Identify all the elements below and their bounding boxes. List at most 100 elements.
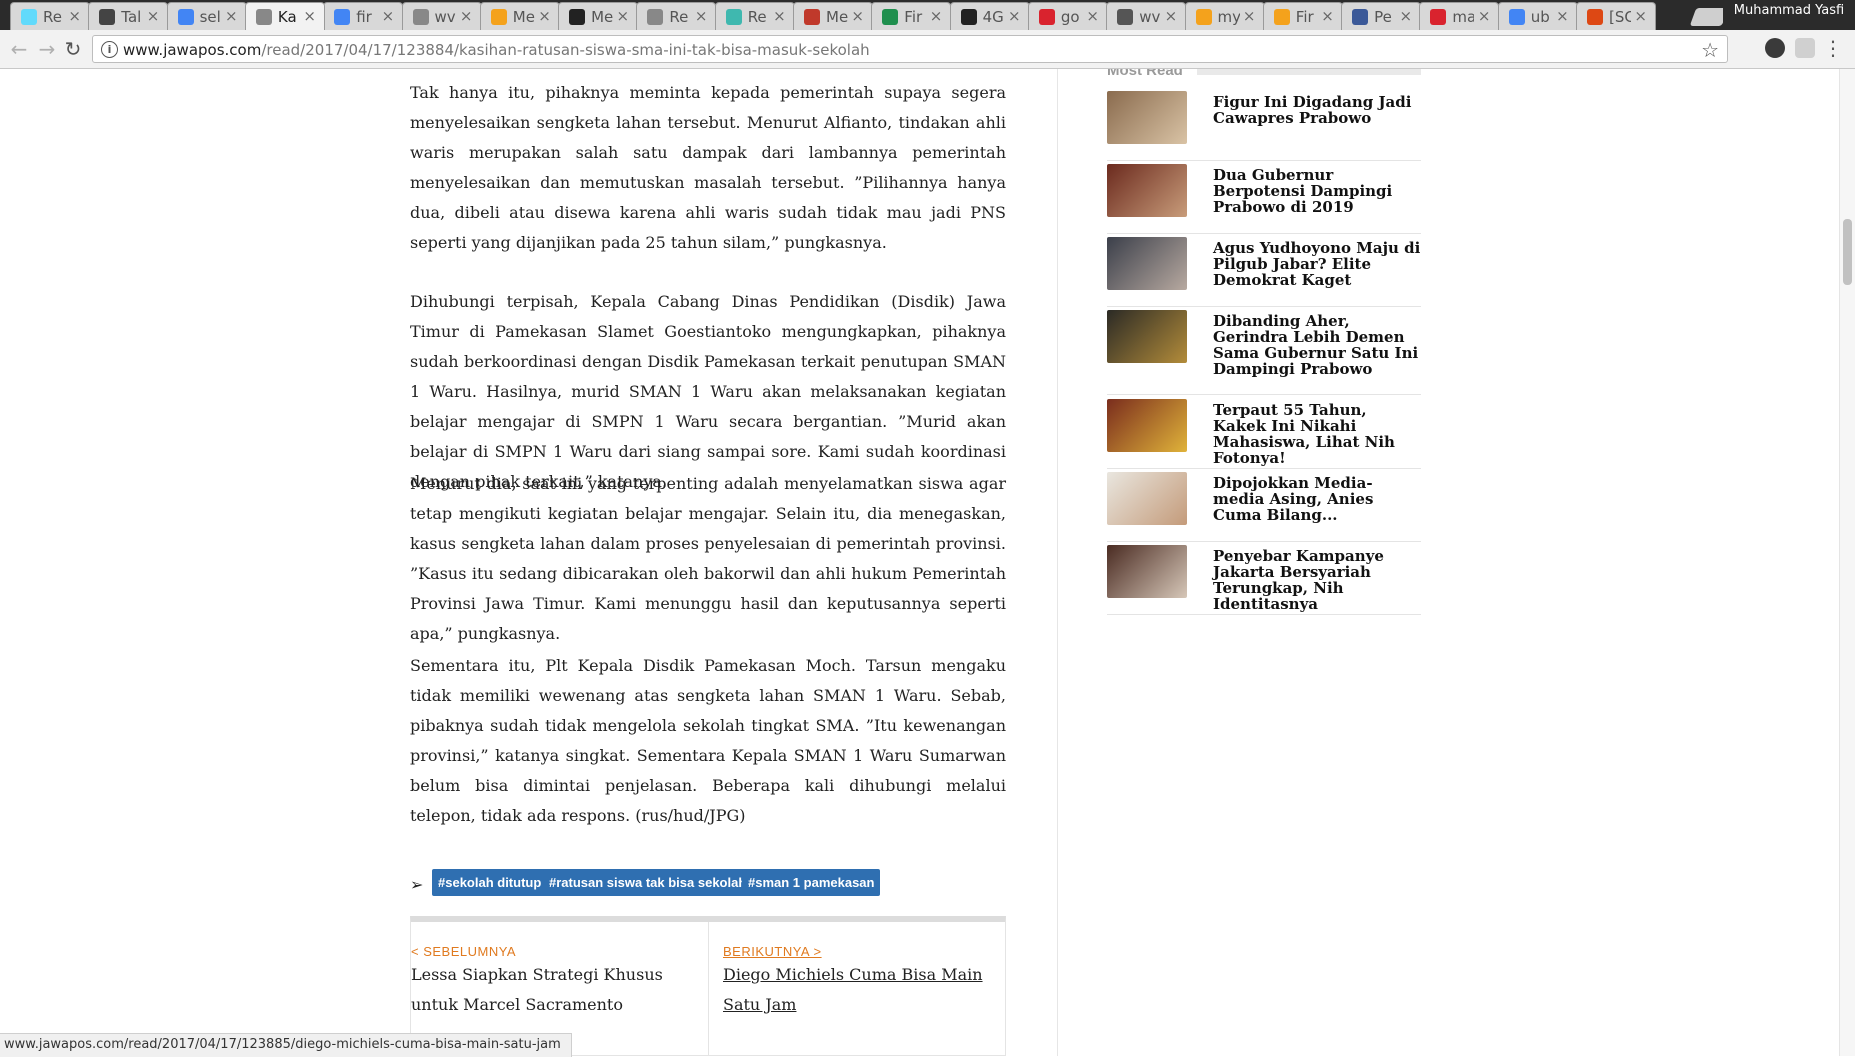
article-paragraph: Dihubungi terpisah, Kepala Cabang Dinas … [410,292,1006,491]
browser-tab[interactable]: wv × [1106,2,1187,30]
close-icon[interactable]: × [1556,7,1569,25]
address-bar[interactable]: i www.jawapos.com/read/2017/04/17/123884… [92,35,1728,63]
browser-tab[interactable]: Re × [10,2,90,30]
url-text[interactable]: www.jawapos.com/read/2017/04/17/123884/k… [123,41,870,59]
article-paragraph: Menurut dia, saat ini yang terpenting ad… [410,474,1006,643]
extension-icon[interactable] [1795,38,1815,58]
browser-tab[interactable]: 4G × [949,2,1030,30]
close-icon[interactable]: × [1086,7,1099,25]
info-icon[interactable]: i [101,41,118,58]
close-icon[interactable]: × [1634,7,1647,25]
browser-tab[interactable]: Fir × [1262,2,1343,30]
tag-link[interactable]: #ratusan siswa tak bisa sekolah [543,869,753,896]
close-icon[interactable]: × [773,7,786,25]
news-thumbnail[interactable] [1107,399,1187,452]
browser-tab[interactable]: ub × [1497,2,1578,30]
close-icon[interactable]: × [1008,7,1021,25]
browser-tab[interactable]: Ka × [244,2,325,30]
most-read-item[interactable]: Terpaut 55 Tahun, Kakek Ini Nikahi Mahas… [1107,395,1421,469]
news-thumbnail[interactable] [1107,310,1187,363]
browser-tab[interactable]: Fir × [871,2,952,30]
news-thumbnail[interactable] [1107,545,1187,598]
previous-title[interactable]: Lessa Siapkan Strategi Khusus untuk Marc… [411,960,696,1020]
next-label[interactable]: BERIKUTNYA > [723,944,822,959]
tag-link[interactable]: #sman 1 pamekasan [742,869,881,896]
most-read-headline[interactable]: Figur Ini Digadang Jadi Cawapres Prabowo [1213,94,1421,126]
most-read-item[interactable]: Dipojokkan Media-media Asing, Anies Cuma… [1107,468,1421,542]
browser-tab[interactable]: wv × [401,2,482,30]
most-read-item[interactable]: Figur Ini Digadang Jadi Cawapres Prabowo [1107,87,1421,161]
github-icon [569,9,586,25]
tab-label: Re [43,8,62,26]
browser-tab[interactable]: fir × [323,2,404,30]
close-icon[interactable]: × [695,7,708,25]
browser-tab[interactable]: Me × [479,2,560,30]
tab-label: wv [1139,8,1161,26]
close-icon[interactable]: × [303,7,316,25]
close-icon[interactable]: × [538,7,551,25]
news-thumbnail[interactable] [1107,472,1187,525]
tab-label: my [1217,8,1240,26]
browser-toolbar: ← → ↻ i www.jawapos.com/read/2017/04/17/… [0,30,1855,69]
most-read-headline[interactable]: Dibanding Aher, Gerindra Lebih Demen Sam… [1213,313,1421,377]
browser-tab[interactable]: Tal × [88,2,169,30]
browser-tab[interactable]: go × [1027,2,1108,30]
close-icon[interactable]: × [225,7,238,25]
news-thumbnail[interactable] [1107,164,1187,217]
browser-tab[interactable]: sel × [166,2,247,30]
close-icon[interactable]: × [617,7,630,25]
previous-label[interactable]: < SEBELUMNYA [411,944,516,959]
close-icon[interactable]: × [147,7,160,25]
most-read-headline[interactable]: Terpaut 55 Tahun, Kakek Ini Nikahi Mahas… [1213,402,1421,466]
most-read-headline[interactable]: Dipojokkan Media-media Asing, Anies Cuma… [1213,475,1421,523]
status-bar-url: www.jawapos.com/read/2017/04/17/123885/d… [0,1033,572,1057]
google-icon [1508,9,1525,25]
news-thumbnail[interactable] [1107,91,1187,144]
flame-icon [490,9,507,25]
close-icon[interactable]: × [68,7,81,25]
close-icon[interactable]: × [1478,7,1491,25]
browser-tab[interactable]: [SC× [1576,2,1656,30]
close-icon[interactable]: × [1321,7,1334,25]
most-read-item[interactable]: Penyebar Kampanye Jakarta Bersyariah Ter… [1107,541,1421,615]
browser-tab[interactable]: Me × [558,2,639,30]
browser-tab[interactable]: my × [1184,2,1265,30]
news-thumbnail[interactable] [1107,237,1187,290]
close-icon[interactable]: × [460,7,473,25]
menu-icon[interactable]: ⋮ [1823,38,1843,58]
next-title[interactable]: Diego Michiels Cuma Bisa Main Satu Jam [723,960,1008,1020]
browser-tab[interactable]: ma × [1419,2,1500,30]
tab-label: ma [1452,8,1475,26]
next-article[interactable]: BERIKUTNYA > Diego Michiels Cuma Bisa Ma… [708,922,1006,1056]
browser-tab[interactable]: Me × [793,2,873,30]
most-read-item[interactable]: Dibanding Aher, Gerindra Lebih Demen Sam… [1107,306,1421,395]
back-icon[interactable]: ← [6,36,32,62]
scrollbar-thumb[interactable] [1843,219,1852,285]
close-icon[interactable]: × [1243,7,1256,25]
google-icon [177,9,194,25]
bookmark-star-icon[interactable]: ☆ [1701,38,1719,62]
most-read-headline[interactable]: Penyebar Kampanye Jakarta Bersyariah Ter… [1213,548,1421,612]
browser-tab[interactable]: Re × [714,2,795,30]
facebook-icon [1352,9,1369,25]
close-icon[interactable]: × [851,7,864,25]
browser-tab[interactable]: Pe × [1341,2,1422,30]
scrollbar[interactable] [1839,69,1855,1056]
tab-label: Me [826,8,848,26]
page-viewport: Tak hanya itu, pihaknya meminta kepada p… [0,69,1840,1056]
profile-name[interactable]: Muhammad Yasfi [1723,0,1855,24]
close-icon[interactable]: × [930,7,943,25]
close-icon[interactable]: × [1400,7,1413,25]
tag-link[interactable]: #sekolah ditutup [432,869,548,896]
most-read-item[interactable]: Agus Yudhoyono Maju di Pilgub Jabar? Eli… [1107,233,1421,307]
reload-icon[interactable]: ↻ [60,36,86,62]
tab-label: sel [199,8,221,26]
most-read-headline[interactable]: Dua Gubernur Berpotensi Dampingi Prabowo… [1213,167,1421,215]
extension-icon[interactable] [1765,38,1785,58]
forward-icon[interactable]: → [34,36,60,62]
browser-tab[interactable]: Re × [636,2,717,30]
close-icon[interactable]: × [382,7,395,25]
most-read-item[interactable]: Dua Gubernur Berpotensi Dampingi Prabowo… [1107,160,1421,234]
close-icon[interactable]: × [1165,7,1178,25]
most-read-headline[interactable]: Agus Yudhoyono Maju di Pilgub Jabar? Eli… [1213,240,1421,288]
